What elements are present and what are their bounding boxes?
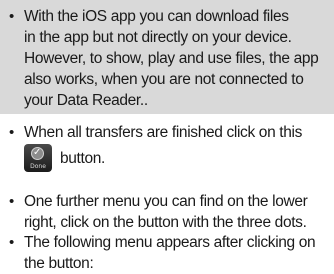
note-box: • With the iOS app you can download file… xyxy=(0,0,334,114)
note-line: also works, when you are not connected t… xyxy=(24,71,304,88)
note-line: your Data Reader.. xyxy=(24,92,148,109)
instruction-line: right, click on the button with the thre… xyxy=(24,214,307,231)
checkmark-icon: ✓ xyxy=(33,147,42,158)
instruction-line: the button: xyxy=(24,255,94,272)
bullet-dot: • xyxy=(9,234,14,251)
note-text: With the iOS app you can download files … xyxy=(24,6,319,111)
note-line: With the iOS app you can download files xyxy=(24,8,289,25)
instruction-line: button. xyxy=(60,149,105,167)
done-button-icon[interactable]: ✓ Done xyxy=(24,144,52,172)
bullet-dot: • xyxy=(9,124,14,141)
bullet-dot: • xyxy=(9,193,14,210)
instruction-line: One further menu you can find on the low… xyxy=(24,193,308,210)
done-instruction-text: When all transfers are finished click on… xyxy=(24,122,302,173)
done-icon-label: Done xyxy=(30,163,46,170)
note-line: However, to show, play and use files, th… xyxy=(24,50,319,67)
bullet-dot: • xyxy=(9,8,14,25)
instruction-line: When all transfers are finished click on… xyxy=(24,124,303,141)
menu-instruction-text: One further menu you can find on the low… xyxy=(24,191,308,233)
menu-appears-text: The following menu appears after clickin… xyxy=(24,232,316,274)
note-line: in the app but not directly on your devi… xyxy=(24,29,292,46)
instruction-line: The following menu appears after clickin… xyxy=(24,234,316,251)
done-button-line: ✓ Done button. xyxy=(24,143,302,173)
